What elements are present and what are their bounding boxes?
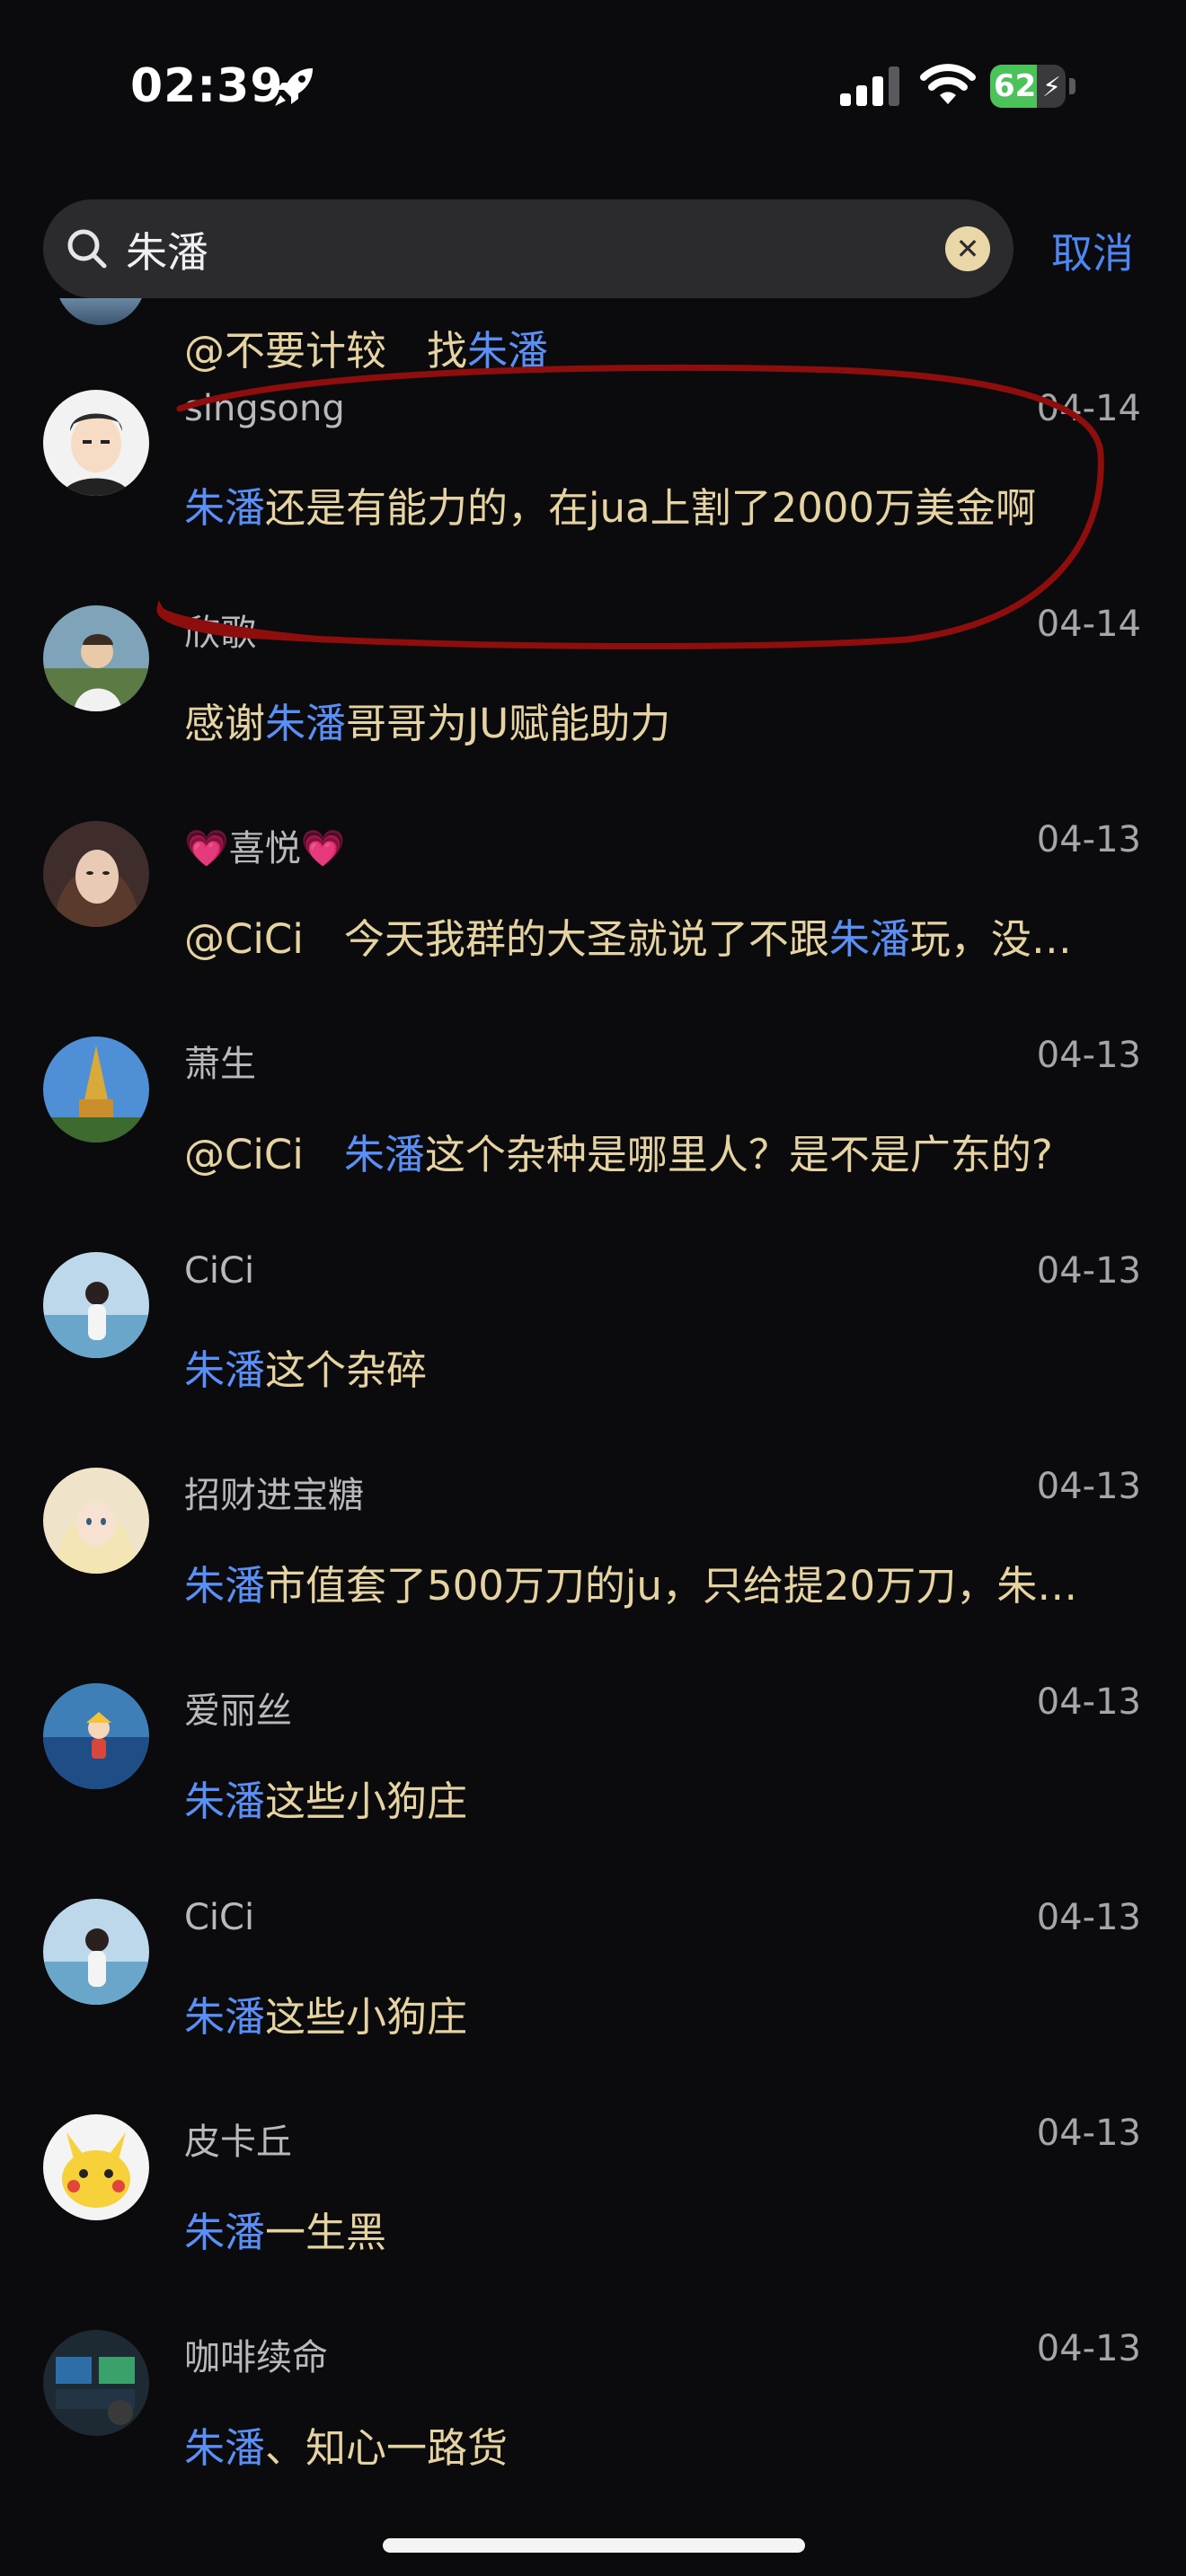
sender-name: CiCi xyxy=(184,1250,255,1292)
message-text-after: 市值套了500万刀的ju，只给提20万刀，朱… xyxy=(265,1562,1078,1610)
message-date: 04-13 xyxy=(1036,1250,1141,1292)
list-item[interactable]: 欣歌 04-14 感谢朱潘哥哥为JU赋能助力 xyxy=(0,587,1186,803)
list-item[interactable]: CiCi 04-13 朱潘这个杂碎 xyxy=(0,1234,1186,1450)
sender-name: 萧生 xyxy=(184,1044,256,1085)
message-date: 04-13 xyxy=(1036,819,1141,860)
message-date: 04-13 xyxy=(1036,1897,1141,1938)
list-item[interactable]: 💗喜悦💗 04-13 @CiCi 今天我群的大圣就说了不跟朱潘玩，没… xyxy=(0,803,1186,1019)
search-icon xyxy=(67,229,107,269)
sender-name: 咖啡续命 xyxy=(184,2337,328,2378)
search-bar: ✕ xyxy=(43,199,1013,298)
message-text-before: @CiCi xyxy=(184,1131,344,1178)
message-date: 04-13 xyxy=(1036,1466,1141,1507)
wifi-icon xyxy=(920,64,976,104)
keyword-highlight: 朱潘 xyxy=(184,1346,266,1394)
message-snippet: 朱潘这些小狗庄 xyxy=(184,1769,1123,1827)
message-snippet: 朱潘、知心一路货 xyxy=(184,2415,1123,2474)
avatar[interactable] xyxy=(43,1683,149,1789)
message-text-after: 这些小狗庄 xyxy=(265,1778,468,1825)
keyword-highlight: 朱潘 xyxy=(184,484,266,532)
sender-name: 💗喜悦💗 xyxy=(184,828,346,869)
avatar[interactable] xyxy=(43,390,149,496)
message-text-after: 这个杂碎 xyxy=(265,1346,428,1394)
sender-name: 招财进宝糖 xyxy=(184,1475,364,1516)
cancel-button[interactable]: 取消 xyxy=(1051,221,1134,280)
message-text-before: @CiCi 今天我群的大圣就说了不跟 xyxy=(184,915,829,963)
keyword-highlight: 朱潘 xyxy=(828,915,910,963)
avatar[interactable] xyxy=(43,2114,149,2220)
message-snippet: 朱潘还是有能力的，在jua上割了2000万美金啊 xyxy=(184,475,1123,534)
keyword-highlight: 朱潘 xyxy=(467,327,549,375)
message-text-after: 还是有能力的，在jua上割了2000万美金啊 xyxy=(265,484,1037,532)
avatar[interactable] xyxy=(43,1468,149,1574)
charging-bolt-icon: ⚡ xyxy=(1042,72,1062,103)
list-item[interactable]: 皮卡丘 04-13 朱潘一生黑 xyxy=(0,2096,1186,2312)
message-text-after: 玩，没… xyxy=(909,915,1072,963)
message-snippet: 感谢朱潘哥哥为JU赋能助力 xyxy=(184,691,1123,749)
sender-name: 欣歌 xyxy=(184,613,256,654)
keyword-highlight: 朱潘 xyxy=(184,1562,266,1610)
search-input[interactable] xyxy=(124,216,936,284)
avatar[interactable] xyxy=(43,1252,149,1358)
battery-percent: 62 xyxy=(994,68,1037,104)
message-snippet: 朱潘市值套了500万刀的ju，只给提20万刀，朱… xyxy=(184,1553,1123,1611)
clear-search-button[interactable]: ✕ xyxy=(945,226,990,271)
avatar[interactable] xyxy=(43,1037,149,1142)
avatar[interactable] xyxy=(43,821,149,927)
status-bar: 02:39 62 ⚡ xyxy=(0,0,1186,171)
rocket-icon xyxy=(275,68,313,106)
search-results-list[interactable]: @不要计较 找朱潘 singsong 04-14 朱潘还是有能力的，在jua上割了2… xyxy=(0,298,1186,2576)
message-text-after: 这些小狗庄 xyxy=(265,1993,468,2041)
sender-name: 爱丽丝 xyxy=(184,1690,292,1732)
message-date: 04-13 xyxy=(1036,2328,1141,2369)
keyword-highlight: 朱潘 xyxy=(184,2209,266,2256)
keyword-highlight: 朱潘 xyxy=(265,700,347,747)
message-date: 04-13 xyxy=(1036,1035,1141,1076)
sender-name: 皮卡丘 xyxy=(184,2122,292,2163)
list-item[interactable]: 招财进宝糖 04-13 朱潘市值套了500万刀的ju，只给提20万刀，朱… xyxy=(0,1450,1186,1665)
keyword-highlight: 朱潘 xyxy=(343,1131,425,1178)
status-time: 02:39 xyxy=(130,59,284,113)
cellular-signal-icon xyxy=(840,66,899,106)
list-item[interactable]: CiCi 04-13 朱潘这些小狗庄 xyxy=(0,1881,1186,2096)
message-date: 04-14 xyxy=(1036,604,1141,645)
message-text-after: 哥哥为JU赋能助力 xyxy=(346,700,671,747)
partial-list-item[interactable]: @不要计较 找朱潘 xyxy=(0,298,1186,375)
sender-name: CiCi xyxy=(184,1897,255,1938)
message-text-before: 感谢 xyxy=(184,700,266,747)
list-item[interactable]: 爱丽丝 04-13 朱潘这些小狗庄 xyxy=(0,1665,1186,1881)
keyword-highlight: 朱潘 xyxy=(184,2424,266,2472)
message-snippet: 朱潘这个杂碎 xyxy=(184,1337,1123,1396)
home-indicator[interactable] xyxy=(383,2538,805,2553)
message-date: 04-13 xyxy=(1036,1681,1141,1723)
avatar[interactable] xyxy=(43,1899,149,2005)
message-snippet: 朱潘一生黑 xyxy=(184,2200,1123,2258)
battery-body: 62 ⚡ xyxy=(990,65,1066,108)
sender-name: singsong xyxy=(184,388,345,429)
message-date: 04-13 xyxy=(1036,2113,1141,2154)
avatar[interactable] xyxy=(43,2330,149,2436)
keyword-highlight: 朱潘 xyxy=(184,1778,266,1825)
message-snippet: @CiCi 朱潘这个杂种是哪里人？是不是广东的? xyxy=(184,1122,1123,1180)
message-text-after: 一生黑 xyxy=(265,2209,387,2256)
list-item[interactable]: 咖啡续命 04-13 朱潘、知心一路货 xyxy=(0,2312,1186,2527)
message-snippet: 朱潘这些小狗庄 xyxy=(184,1984,1123,2042)
message-snippet: @CiCi 今天我群的大圣就说了不跟朱潘玩，没… xyxy=(184,906,1123,965)
message-text-after: 这个杂种是哪里人？是不是广东的? xyxy=(424,1131,1053,1178)
keyword-highlight: 朱潘 xyxy=(184,1993,266,2041)
list-item[interactable]: singsong 04-14 朱潘还是有能力的，在jua上割了2000万美金啊 xyxy=(0,372,1186,587)
message-text-after: 、知心一路货 xyxy=(265,2424,509,2472)
message-text: 找 xyxy=(427,327,468,375)
battery-cap xyxy=(1069,78,1075,94)
message-snippet: @不要计较 找朱潘 xyxy=(184,318,548,376)
message-date: 04-14 xyxy=(1036,388,1141,429)
battery-indicator: 62 ⚡ xyxy=(990,65,1076,108)
avatar xyxy=(56,298,146,325)
avatar[interactable] xyxy=(43,605,149,711)
list-item[interactable]: 萧生 04-13 @CiCi 朱潘这个杂种是哪里人？是不是广东的? xyxy=(0,1019,1186,1234)
mention: @不要计较 xyxy=(184,327,387,375)
